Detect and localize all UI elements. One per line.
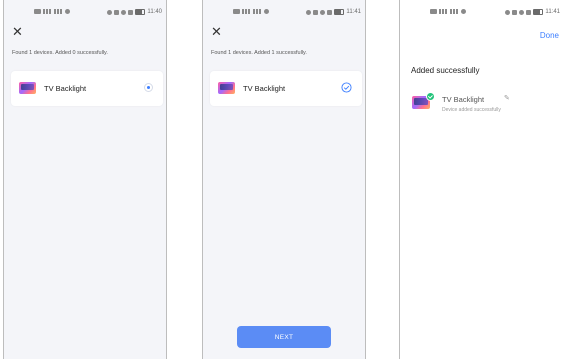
battery-icon: [334, 9, 345, 15]
status-time: 11:40: [147, 9, 162, 15]
status-bar: 11:40: [4, 9, 166, 21]
added-device-row: TV Backlight ✎ Device added successfully: [412, 92, 561, 118]
sim-icon: [34, 9, 41, 14]
sim-icon: [430, 9, 437, 14]
device-card[interactable]: TV Backlight: [11, 71, 163, 106]
eye-icon: [306, 9, 312, 15]
bluetooth-icon: [121, 9, 127, 15]
screen-1: 11:40 ✕ Found 1 devices. Added 0 success…: [3, 0, 167, 359]
tv-device-icon: [218, 82, 235, 94]
screen-3: 11:41 Done Added successfully TV Backlig…: [399, 0, 561, 359]
bluetooth-icon: [519, 9, 525, 15]
nfc-icon: [313, 9, 319, 15]
status-time: 11:41: [545, 9, 560, 15]
screen-2: 11:41 ✕ Found 1 devices. Added 1 success…: [202, 0, 366, 359]
eye-icon: [505, 9, 511, 15]
page-title: Added successfully: [411, 66, 480, 75]
scan-summary: Found 1 devices. Added 1 successfully.: [211, 50, 307, 56]
device-name: TV Backlight: [442, 95, 485, 104]
mute-icon: [128, 9, 134, 15]
signal-icon: [43, 9, 52, 14]
check-circle-icon: [341, 82, 352, 93]
device-name: TV Backlight: [243, 84, 286, 93]
close-icon[interactable]: ✕: [12, 25, 23, 38]
tv-device-icon: [19, 82, 36, 94]
bluetooth-icon: [320, 9, 326, 15]
wifi-icon: [65, 9, 70, 14]
eye-icon: [107, 9, 113, 15]
wifi-icon: [264, 9, 269, 14]
signal-icon: [242, 9, 251, 14]
nfc-icon: [114, 9, 120, 15]
done-button[interactable]: Done: [540, 31, 559, 40]
battery-icon: [533, 9, 544, 15]
mute-icon: [526, 9, 532, 15]
radio-selected-icon[interactable]: [144, 83, 153, 92]
status-time: 11:41: [346, 9, 361, 15]
edit-icon[interactable]: ✎: [504, 94, 510, 102]
status-bar: 11:41: [203, 9, 365, 21]
success-badge-icon: [426, 92, 435, 101]
nfc-icon: [512, 9, 518, 15]
sim-icon: [233, 9, 240, 14]
next-button[interactable]: NEXT: [237, 326, 331, 348]
status-bar: 11:41: [400, 9, 561, 21]
device-name: TV Backlight: [44, 84, 87, 93]
wifi-icon: [461, 9, 466, 14]
signal-icon: [54, 9, 63, 14]
close-icon[interactable]: ✕: [211, 25, 222, 38]
scan-summary: Found 1 devices. Added 0 successfully.: [12, 50, 108, 56]
signal-icon: [450, 9, 459, 14]
signal-icon: [253, 9, 262, 14]
battery-icon: [135, 9, 146, 15]
signal-icon: [439, 9, 448, 14]
device-status: Device added successfully: [442, 107, 501, 113]
device-card[interactable]: TV Backlight: [210, 71, 362, 106]
mute-icon: [327, 9, 333, 15]
